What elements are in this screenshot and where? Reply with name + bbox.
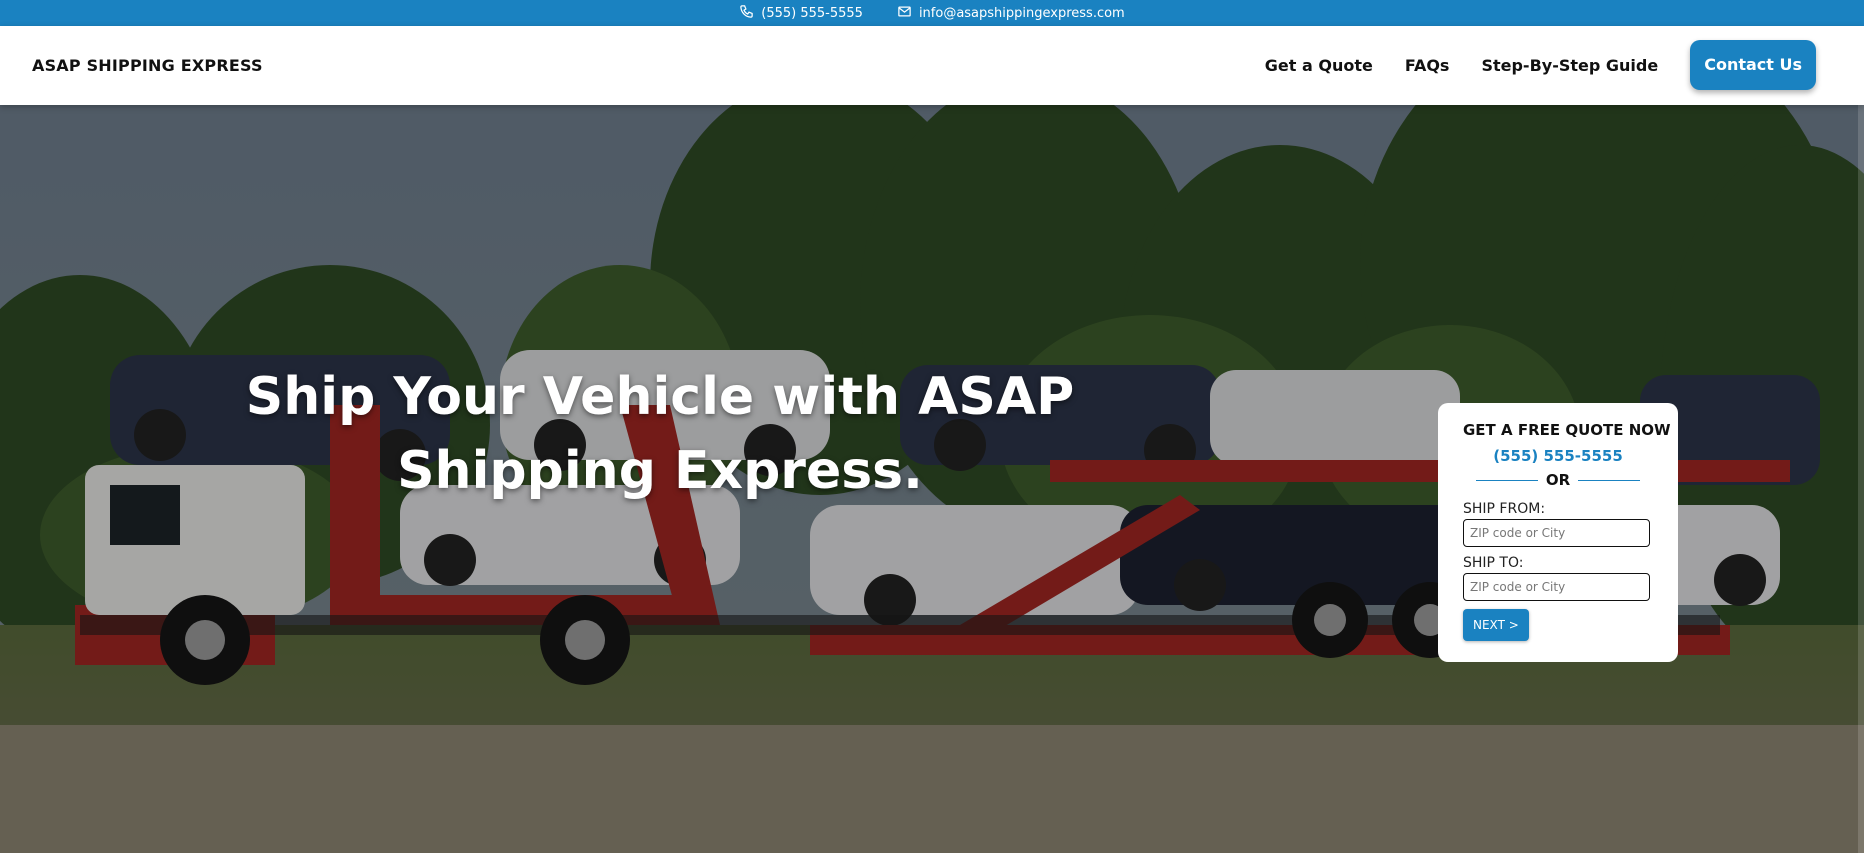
main-nav: Get a Quote FAQs Step-By-Step Guide Cont…: [1265, 40, 1816, 90]
mail-icon: [897, 4, 912, 23]
nav-faqs[interactable]: FAQs: [1405, 56, 1450, 75]
ship-to-label: SHIP TO:: [1463, 555, 1524, 571]
topbar-phone[interactable]: (555) 555-5555: [739, 4, 863, 23]
or-divider: OR: [1463, 471, 1653, 489]
or-text: OR: [1545, 471, 1571, 489]
quote-form-title: GET A FREE QUOTE NOW: [1463, 421, 1671, 439]
ship-from-input[interactable]: [1463, 519, 1650, 547]
phone-icon: [739, 4, 754, 23]
page-scrollbar[interactable]: [1858, 105, 1864, 853]
quote-form-card: GET A FREE QUOTE NOW (555) 555-5555 OR S…: [1438, 403, 1678, 662]
topbar-email-text: info@asapshippingexpress.com: [918, 5, 1125, 21]
nav-step-by-step-guide[interactable]: Step-By-Step Guide: [1481, 56, 1658, 75]
nav-get-a-quote[interactable]: Get a Quote: [1265, 56, 1373, 75]
hero-headline: Ship Your Vehicle with ASAP Shipping Exp…: [245, 367, 1075, 501]
topbar-phone-text: (555) 555-5555: [761, 5, 863, 21]
top-contact-bar: (555) 555-5555 info@asapshippingexpress.…: [0, 0, 1864, 26]
divider-line-left: [1475, 479, 1538, 481]
hero-section: Ship Your Vehicle with ASAP Shipping Exp…: [0, 105, 1864, 853]
divider-line-right: [1578, 479, 1641, 481]
contact-us-button[interactable]: Contact Us: [1690, 40, 1816, 90]
quote-phone-link[interactable]: (555) 555-5555: [1463, 447, 1653, 465]
site-header: ASAP SHIPPING EXPRESS Get a Quote FAQs S…: [0, 26, 1864, 105]
topbar-email[interactable]: info@asapshippingexpress.com: [897, 4, 1125, 23]
brand-logo-text[interactable]: ASAP SHIPPING EXPRESS: [32, 56, 263, 75]
ship-to-input[interactable]: [1463, 573, 1650, 601]
next-button[interactable]: NEXT >: [1463, 609, 1529, 641]
ship-from-label: SHIP FROM:: [1463, 501, 1546, 517]
